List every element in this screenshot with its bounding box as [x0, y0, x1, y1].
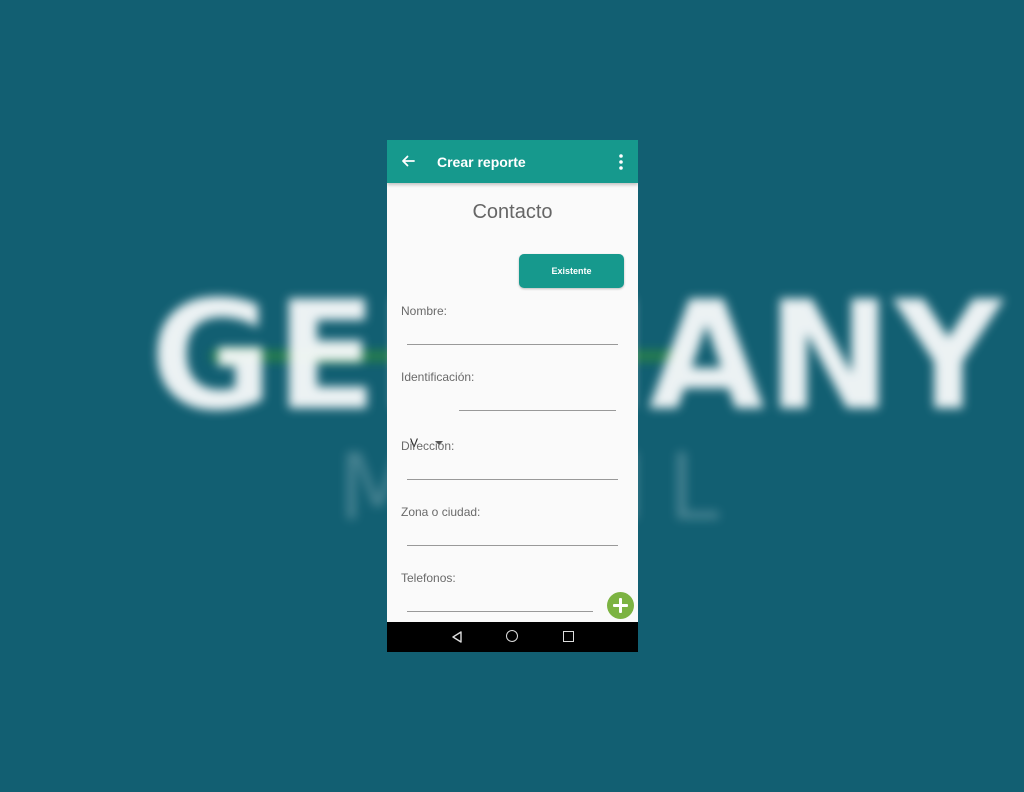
existente-button[interactable]: Existente	[519, 254, 624, 288]
page-title: Contacto	[472, 201, 553, 223]
nav-recents-icon[interactable]	[563, 631, 574, 642]
identificacion-label: Identificación:	[401, 370, 475, 384]
phone-screen: Crear reporte Contacto Existente Nombre:…	[387, 140, 638, 652]
telefonos-input[interactable]	[407, 611, 593, 612]
telefonos-label: Telefonos:	[401, 571, 456, 585]
zona-input[interactable]	[407, 545, 618, 546]
app-bar-title: Crear reporte	[437, 154, 526, 170]
direccion-input[interactable]	[407, 479, 618, 480]
back-arrow-icon[interactable]	[399, 152, 417, 170]
nombre-input[interactable]	[407, 344, 618, 345]
system-nav-bar	[387, 622, 638, 652]
identificacion-input[interactable]	[459, 410, 616, 411]
nombre-label: Nombre:	[401, 304, 448, 318]
app-bar: Crear reporte	[387, 140, 638, 183]
more-vert-icon[interactable]	[618, 153, 624, 171]
zona-label: Zona o ciudad:	[401, 505, 481, 519]
add-phone-icon[interactable]	[607, 592, 634, 619]
direccion-label: Dirección:	[401, 439, 455, 453]
nav-home-icon[interactable]	[506, 630, 518, 642]
nav-back-icon[interactable]	[450, 630, 464, 644]
form-content: Contacto Existente Nombre: Identificació…	[387, 183, 638, 622]
